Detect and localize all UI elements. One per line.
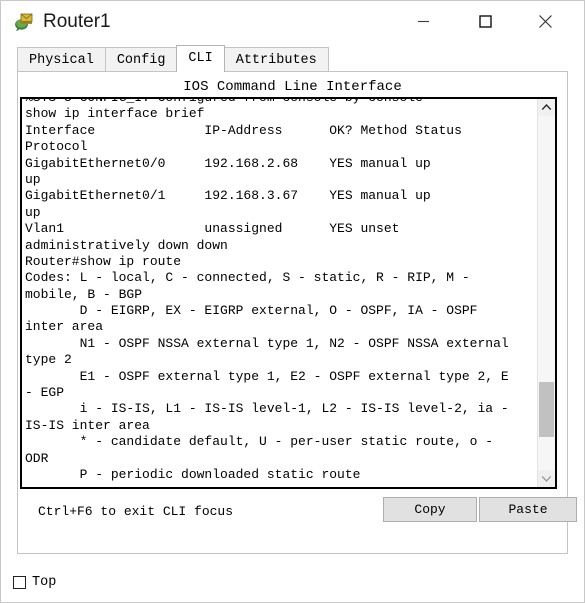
terminal-line: ODR — [25, 450, 49, 466]
chevron-up-icon — [541, 104, 552, 111]
router-icon — [13, 11, 35, 33]
terminal-line: mobile, B - BGP — [25, 286, 143, 302]
close-icon — [538, 15, 552, 28]
terminal-scrollbar[interactable] — [537, 99, 555, 487]
terminal-line: inter area — [25, 319, 104, 335]
footer-bar: Top — [1, 567, 584, 597]
router-properties-window: Router1 Physical Config CLI Attributes I… — [0, 0, 585, 603]
terminal-line: * - candidate default, U - per-user stat… — [25, 434, 494, 450]
terminal-line: type 2 — [25, 352, 72, 368]
terminal-line: N1 - OSPF NSSA external type 1, N2 - OSP… — [25, 335, 509, 351]
tab-attributes[interactable]: Attributes — [223, 47, 329, 72]
terminal-lines: %SYS-5-CONFIG_I: Configured from console… — [25, 99, 537, 483]
terminal-line: i - IS-IS, L1 - IS-IS level-1, L2 - IS-I… — [25, 401, 509, 417]
maximize-button[interactable] — [462, 1, 508, 42]
tab-cli[interactable]: CLI — [176, 45, 225, 72]
tab-physical[interactable]: Physical — [17, 47, 106, 72]
terminal-container: %SYS-5-CONFIG_I: Configured from console… — [20, 97, 557, 489]
cli-focus-hint: Ctrl+F6 to exit CLI focus — [38, 504, 234, 519]
terminal-output[interactable]: %SYS-5-CONFIG_I: Configured from console… — [22, 99, 537, 487]
cli-panel: IOS Command Line Interface %SYS-5-CONFIG… — [17, 71, 577, 554]
paste-button[interactable]: Paste — [479, 497, 577, 522]
maximize-icon — [478, 15, 492, 28]
terminal-line: up — [25, 204, 41, 220]
terminal-line: Router#show ip route — [25, 253, 182, 269]
close-button[interactable] — [522, 1, 568, 42]
terminal-line: IS-IS inter area — [25, 417, 150, 433]
chevron-down-icon — [541, 475, 552, 482]
terminal-line: D - EIGRP, EX - EIGRP external, O - OSPF… — [25, 303, 478, 319]
scrollbar-thumb[interactable] — [539, 382, 554, 437]
terminal-line: %SYS-5-CONFIG_I: Configured from console… — [25, 99, 537, 106]
terminal-line: Protocol — [25, 139, 88, 155]
top-checkbox-label: Top — [32, 574, 57, 590]
terminal-line: up — [25, 171, 41, 187]
scrollbar-down-button[interactable] — [538, 470, 555, 487]
scrollbar-up-button[interactable] — [538, 99, 555, 116]
minimize-icon — [417, 20, 429, 23]
tab-config[interactable]: Config — [104, 47, 178, 72]
terminal-line: Codes: L - local, C - connected, S - sta… — [25, 270, 470, 286]
terminal-line: E1 - OSPF external type 1, E2 - OSPF ext… — [25, 368, 509, 384]
terminal-line: - EGP — [25, 385, 65, 401]
minimize-button[interactable] — [400, 1, 446, 42]
terminal-line: show ip interface brief — [25, 106, 205, 122]
window-title: Router1 — [43, 10, 111, 32]
terminal-line: Vlan1 unassigned YES unset — [25, 221, 400, 237]
panel-heading: IOS Command Line Interface — [183, 79, 402, 95]
copy-button[interactable]: Copy — [383, 497, 477, 522]
cli-action-bar: Ctrl+F6 to exit CLI focus Copy Paste — [18, 492, 577, 552]
terminal-line: GigabitEthernet0/1 192.168.3.67 YES manu… — [25, 188, 431, 204]
top-checkbox[interactable] — [13, 575, 26, 589]
terminal-line: GigabitEthernet0/0 192.168.2.68 YES manu… — [25, 155, 431, 171]
window-titlebar: Router1 — [1, 1, 584, 43]
terminal-line: Interface IP-Address OK? Method Status — [25, 122, 462, 138]
terminal-line: administratively down down — [25, 237, 228, 253]
tab-strip: Physical Config CLI Attributes — [1, 43, 584, 72]
terminal-line: P - periodic downloaded static route — [25, 466, 361, 482]
